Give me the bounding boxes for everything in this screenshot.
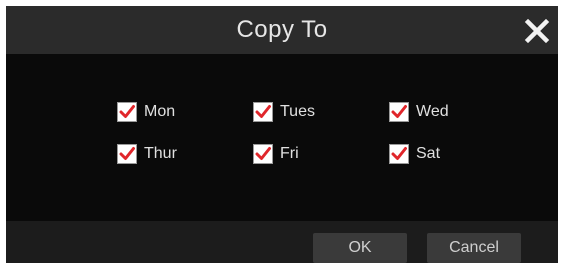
checkbox-wed[interactable]: [389, 102, 409, 122]
checkbox-sat[interactable]: [389, 144, 409, 164]
dialog-title-bar: Copy To: [6, 6, 558, 54]
checkmark-icon: [119, 147, 135, 160]
checkmark-icon: [391, 105, 407, 118]
checkmark-icon: [255, 147, 271, 160]
day-option-tues[interactable]: Tues: [253, 101, 315, 123]
dialog-body: Mon Tues Wed Thur Fri Sat: [6, 54, 558, 221]
day-label-thur: Thur: [144, 145, 177, 162]
checkmark-icon: [119, 105, 135, 118]
checkbox-thur[interactable]: [117, 144, 137, 164]
day-label-sat: Sat: [416, 145, 441, 162]
checkbox-mon[interactable]: [117, 102, 137, 122]
day-option-fri[interactable]: Fri: [253, 143, 299, 165]
ok-button[interactable]: OK: [313, 233, 407, 263]
day-option-thur[interactable]: Thur: [117, 143, 177, 165]
checkmark-icon: [391, 147, 407, 160]
dialog-footer: OK Cancel: [6, 221, 558, 263]
day-label-tues: Tues: [280, 103, 315, 120]
day-label-wed: Wed: [416, 103, 449, 120]
checkmark-icon: [255, 105, 271, 118]
copy-to-dialog: Copy To Mon Tues Wed Thur Fri Sat OK Can…: [6, 6, 558, 263]
day-label-fri: Fri: [280, 145, 299, 162]
day-option-mon[interactable]: Mon: [117, 101, 175, 123]
cancel-button[interactable]: Cancel: [427, 233, 521, 263]
dialog-title: Copy To: [236, 16, 328, 43]
day-option-wed[interactable]: Wed: [389, 101, 449, 123]
day-label-mon: Mon: [144, 103, 176, 120]
checkbox-tues[interactable]: [253, 102, 273, 122]
day-option-sat[interactable]: Sat: [389, 143, 440, 165]
checkbox-fri[interactable]: [253, 144, 273, 164]
close-icon[interactable]: [524, 18, 550, 44]
